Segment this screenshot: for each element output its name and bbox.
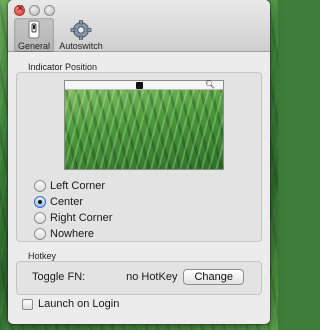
hotkey-row: Toggle FN: no HotKey Change <box>32 269 244 285</box>
indicator-position-options: Left Corner Center Right Corner Nowhere <box>34 178 112 242</box>
indicator-marker <box>136 82 143 89</box>
search-icon: 🔍︎ <box>204 80 215 89</box>
toolbar: General Autoswitch <box>8 0 270 52</box>
toolbar-tabs: General Autoswitch <box>14 18 104 52</box>
radio-left-corner[interactable] <box>34 180 46 192</box>
preferences-window: General Autoswitch <box>8 0 270 324</box>
hotkey-title: Hotkey <box>28 251 57 261</box>
option-label: Center <box>50 196 84 208</box>
launch-on-login-row[interactable]: Launch on Login <box>22 298 119 310</box>
switch-icon <box>28 20 40 39</box>
option-label: Nowhere <box>50 228 95 240</box>
option-left-corner[interactable]: Left Corner <box>34 178 112 194</box>
option-right-corner[interactable]: Right Corner <box>34 210 112 226</box>
minimize-button[interactable] <box>29 5 40 16</box>
option-label: Left Corner <box>50 180 106 192</box>
radio-nowhere[interactable] <box>34 228 46 240</box>
option-center[interactable]: Center <box>34 194 112 210</box>
screen-preview: 🔍︎ <box>64 80 224 170</box>
option-label: Right Corner <box>50 212 113 224</box>
tab-autoswitch[interactable]: Autoswitch <box>58 18 104 52</box>
gear-icon <box>70 20 92 40</box>
preview-menubar: 🔍︎ <box>65 80 223 90</box>
tab-autoswitch-label: Autoswitch <box>59 41 103 51</box>
option-nowhere[interactable]: Nowhere <box>34 226 112 242</box>
zoom-button[interactable] <box>44 5 55 16</box>
launch-on-login-checkbox[interactable] <box>22 298 33 310</box>
change-hotkey-button[interactable]: Change <box>183 269 244 285</box>
launch-on-login-label: Launch on Login <box>38 298 120 310</box>
close-button[interactable] <box>14 3 25 16</box>
tab-general[interactable]: General <box>14 18 54 52</box>
tab-general-label: General <box>17 41 51 51</box>
indicator-position-title: Indicator Position <box>28 62 98 72</box>
radio-right-corner[interactable] <box>34 212 46 224</box>
hotkey-value: no HotKey <box>126 271 178 283</box>
toggle-fn-label: Toggle FN: <box>32 271 86 283</box>
window-controls <box>14 3 55 16</box>
radio-center[interactable] <box>34 196 46 208</box>
